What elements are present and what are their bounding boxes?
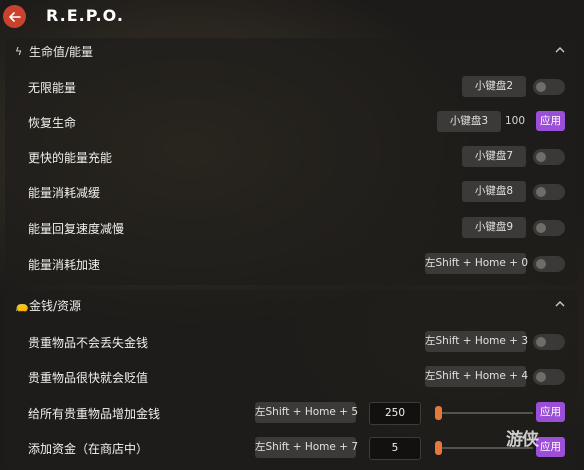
hotkey-button[interactable]: 左Shift + Home + 7 [255, 437, 358, 458]
toggle-knob [536, 372, 546, 382]
toggle-switch[interactable] [533, 369, 565, 385]
value-input[interactable]: 250 [369, 402, 421, 425]
chevron-up-icon[interactable] [554, 299, 566, 309]
hotkey-button[interactable]: 左Shift + Home + 0 [425, 253, 528, 274]
arrow-left-icon [8, 11, 21, 22]
list-item: 能量回复速度减慢 小键盘9 [5, 213, 578, 243]
slider-thumb[interactable] [435, 441, 442, 455]
toggle-knob [536, 259, 546, 269]
list-item: 添加资金（在商店中） 左Shift + Home + 7 5 应用 [5, 433, 578, 463]
section-header[interactable]: ϟ 生命值/能量 [5, 38, 578, 66]
hotkey-button[interactable]: 小键盘9 [462, 217, 526, 238]
list-item: 能量消耗减缓 小键盘8 [5, 177, 578, 207]
list-item: 贵重物品不会丢失金钱 左Shift + Home + 3 [5, 327, 578, 357]
apply-button[interactable]: 应用 [536, 402, 565, 422]
toggle-switch[interactable] [533, 79, 565, 95]
section-title: 金钱/资源 [29, 299, 82, 313]
hotkey-button[interactable]: 左Shift + Home + 5 [255, 402, 358, 423]
toggle-switch[interactable] [533, 149, 565, 165]
list-item: 给所有贵重物品增加金钱 左Shift + Home + 5 250 应用 [5, 398, 578, 428]
hotkey-button[interactable]: 小键盘7 [462, 146, 526, 167]
option-label: 能量消耗加速 [28, 258, 101, 272]
option-label: 给所有贵重物品增加金钱 [28, 407, 161, 421]
toggle-switch[interactable] [533, 256, 565, 272]
money-bag-icon: 👝 [15, 299, 29, 312]
hotkey-button[interactable]: 小键盘8 [462, 181, 526, 202]
list-item: 贵重物品很快就会贬值 左Shift + Home + 4 [5, 362, 578, 392]
toggle-knob [536, 152, 546, 162]
lightning-icon: ϟ [15, 45, 23, 58]
toggle-knob [536, 337, 546, 347]
section-money-resources: 👝 金钱/资源 贵重物品不会丢失金钱 左Shift + Home + 3 贵重物… [5, 290, 578, 470]
option-label: 恢复生命 [28, 116, 77, 130]
toggle-knob [536, 223, 546, 233]
slider-track [435, 412, 533, 414]
back-button[interactable] [3, 5, 26, 28]
list-item: 恢复生命 小键盘3 100 应用 [5, 107, 578, 137]
value-input[interactable]: 5 [369, 437, 421, 460]
list-item: 能量消耗加速 左Shift + Home + 0 [5, 249, 578, 279]
option-label: 贵重物品不会丢失金钱 [28, 336, 149, 350]
section-title: 生命值/能量 [29, 45, 94, 59]
app-title: R.E.P.O. [46, 6, 124, 25]
toggle-knob [536, 82, 546, 92]
hotkey-button[interactable]: 小键盘2 [462, 76, 526, 97]
toggle-knob [536, 187, 546, 197]
section-header[interactable]: 👝 金钱/资源 [5, 292, 578, 320]
option-label: 贵重物品很快就会贬值 [28, 371, 149, 385]
option-label: 更快的能量充能 [28, 151, 113, 165]
hotkey-button[interactable]: 小键盘3 [437, 111, 501, 132]
option-label: 无限能量 [28, 81, 77, 95]
list-item: 更快的能量充能 小键盘7 [5, 142, 578, 172]
top-bar: R.E.P.O. [0, 0, 584, 36]
chevron-up-icon[interactable] [554, 45, 566, 55]
slider-thumb[interactable] [435, 406, 442, 420]
apply-button[interactable]: 应用 [536, 437, 565, 457]
option-label: 添加资金（在商店中） [28, 442, 149, 456]
toggle-switch[interactable] [533, 184, 565, 200]
value-slider[interactable] [435, 406, 533, 420]
watermark: 游侠 [506, 430, 539, 450]
hotkey-button[interactable]: 左Shift + Home + 3 [425, 331, 528, 352]
toggle-switch[interactable] [533, 334, 565, 350]
hotkey-button[interactable]: 左Shift + Home + 4 [425, 366, 528, 387]
option-label: 能量回复速度减慢 [28, 222, 125, 236]
section-health-energy: ϟ 生命值/能量 无限能量 小键盘2 恢复生命 小键盘3 100 应用 更快的能… [5, 38, 578, 285]
option-label: 能量消耗减缓 [28, 186, 101, 200]
toggle-switch[interactable] [533, 220, 565, 236]
value-text: 100 [504, 115, 525, 127]
apply-button[interactable]: 应用 [536, 111, 565, 131]
list-item: 无限能量 小键盘2 [5, 72, 578, 102]
